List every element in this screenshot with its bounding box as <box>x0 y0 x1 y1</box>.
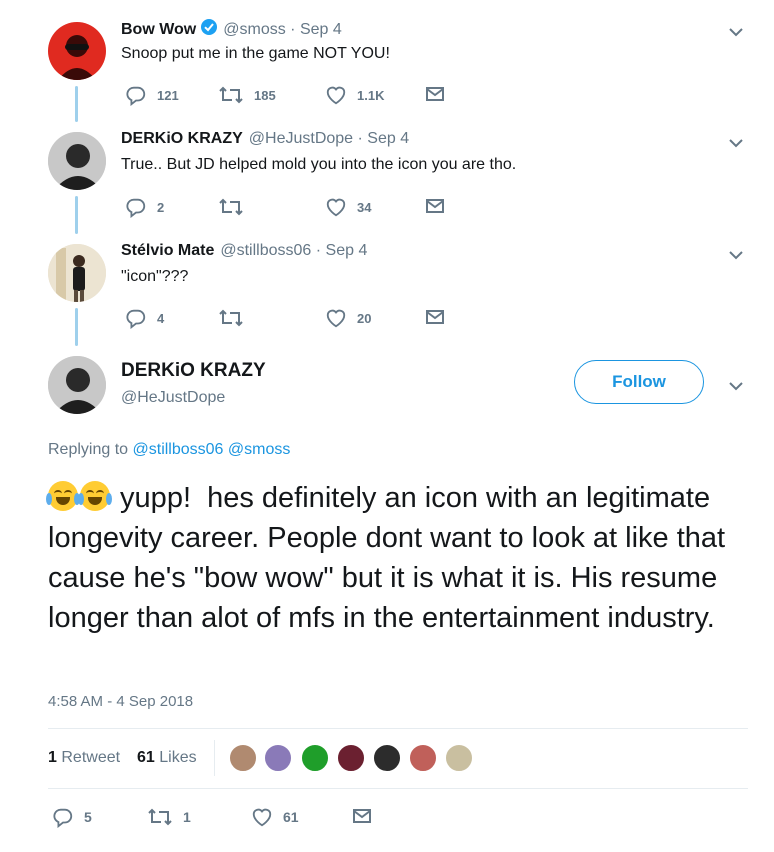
thread-line <box>75 86 78 122</box>
main-author-handle[interactable]: @HeJustDope <box>121 389 225 407</box>
tweet-text: "icon"??? <box>121 268 189 285</box>
like-button[interactable]: 20 <box>325 307 371 329</box>
reply-button[interactable]: 4 <box>125 307 164 329</box>
separator: · <box>311 242 326 259</box>
likes-stat-count: 61 <box>137 749 155 766</box>
tweet-author-handle[interactable]: @stillboss06 <box>220 242 311 260</box>
retweet-icon <box>219 198 243 216</box>
dm-button[interactable] <box>425 84 455 104</box>
divider <box>214 740 215 776</box>
reply-count: 2 <box>157 199 165 215</box>
reply-button[interactable]: 121 <box>125 84 179 106</box>
dm-button[interactable] <box>425 196 455 216</box>
timestamp[interactable]: 4:58 AM - 4 Sep 2018 <box>48 693 193 710</box>
reply-icon <box>53 808 73 828</box>
retweet-icon <box>148 808 172 826</box>
like-button[interactable]: 34 <box>325 196 371 218</box>
retweet-button[interactable]: 1 <box>147 806 191 828</box>
tweet-author-handle[interactable]: @smoss <box>223 21 285 39</box>
chevron-down-icon[interactable] <box>726 22 746 42</box>
dm-button[interactable] <box>352 806 382 826</box>
retweet-button[interactable] <box>218 307 254 329</box>
chevron-down-icon[interactable] <box>726 376 746 396</box>
tweet-author-name[interactable]: DERKiO KRAZY <box>121 130 243 148</box>
retweet-stat-label: Retweet <box>61 749 121 766</box>
liker-avatar[interactable] <box>336 743 366 773</box>
chevron-down-icon[interactable] <box>726 133 746 153</box>
reply-count: 121 <box>157 87 179 103</box>
retweet-count: 1 <box>183 809 191 825</box>
retweet-button[interactable] <box>218 196 254 218</box>
reply-count: 5 <box>84 809 92 825</box>
likes-stat[interactable]: 61 Likes <box>137 749 197 767</box>
chevron-down-icon[interactable] <box>726 245 746 265</box>
reply-icon <box>126 198 146 218</box>
retweet-icon <box>219 86 243 104</box>
heart-icon <box>326 309 346 328</box>
thread-line <box>75 308 78 346</box>
tweet-text: True.. But JD helped mold you into the i… <box>121 156 517 173</box>
envelope-icon <box>426 310 444 324</box>
separator: · <box>353 130 368 147</box>
likes-stat-label: Likes <box>159 749 197 766</box>
retweet-stat-count: 1 <box>48 749 57 766</box>
like-button[interactable]: 61 <box>251 806 299 828</box>
heart-icon <box>326 86 346 105</box>
avatar[interactable] <box>48 244 106 302</box>
like-count: 34 <box>357 199 372 215</box>
retweet-button[interactable]: 185 <box>218 84 276 106</box>
divider <box>48 728 748 729</box>
thread-line <box>75 196 78 234</box>
follow-button[interactable]: Follow <box>574 360 704 404</box>
envelope-icon <box>353 809 371 823</box>
reply-icon <box>126 309 146 329</box>
reply-icon <box>126 86 146 106</box>
liker-avatar[interactable] <box>300 743 330 773</box>
tweet-date[interactable]: Sep 4 <box>367 130 409 148</box>
tweet-author-name[interactable]: Stélvio Mate <box>121 242 214 260</box>
heart-icon <box>252 808 272 827</box>
tweet-date[interactable]: Sep 4 <box>300 21 342 39</box>
liker-avatar[interactable] <box>408 743 438 773</box>
main-author-name[interactable]: DERKiO KRAZY <box>121 360 266 382</box>
liker-avatar[interactable] <box>444 743 474 773</box>
retweet-icon <box>219 309 243 327</box>
mention-link[interactable]: @stillboss06 <box>133 441 224 458</box>
liker-avatar[interactable] <box>263 743 293 773</box>
tweet-author-handle[interactable]: @HeJustDope <box>249 130 353 148</box>
retweet-count: 185 <box>254 87 276 103</box>
avatar[interactable] <box>48 22 106 80</box>
reply-button[interactable]: 2 <box>125 196 164 218</box>
reply-button[interactable]: 5 <box>52 806 92 828</box>
tears-of-joy-icon <box>46 481 80 511</box>
separator: · <box>285 20 300 38</box>
verified-icon <box>200 18 218 41</box>
like-count: 61 <box>283 809 299 825</box>
avatar[interactable] <box>48 132 106 190</box>
divider <box>48 788 748 789</box>
tweet-author-name[interactable]: Bow Wow <box>121 21 196 39</box>
heart-icon <box>326 198 346 217</box>
main-tweet-body: yupp! hes definitely an icon with an leg… <box>48 482 734 634</box>
mention-link[interactable]: @smoss <box>228 441 290 458</box>
like-button[interactable]: 1.1K <box>325 84 384 106</box>
envelope-icon <box>426 199 444 213</box>
liker-avatar[interactable] <box>372 743 402 773</box>
retweet-stat[interactable]: 1 Retweet <box>48 749 120 767</box>
liker-avatar[interactable] <box>228 743 258 773</box>
tweet-text: Snoop put me in the game NOT YOU! <box>121 45 390 62</box>
dm-button[interactable] <box>425 307 455 327</box>
replying-prefix: Replying to <box>48 441 133 458</box>
replying-to: Replying to @stillboss06 @smoss <box>48 441 290 459</box>
tears-of-joy-icon <box>78 481 112 511</box>
like-count: 20 <box>357 310 372 326</box>
tweet-date[interactable]: Sep 4 <box>326 242 368 260</box>
envelope-icon <box>426 87 444 101</box>
main-tweet-text: yupp! hes definitely an icon with an leg… <box>46 478 748 638</box>
like-count: 1.1K <box>357 87 385 103</box>
avatar[interactable] <box>48 356 106 414</box>
reply-count: 4 <box>157 310 165 326</box>
